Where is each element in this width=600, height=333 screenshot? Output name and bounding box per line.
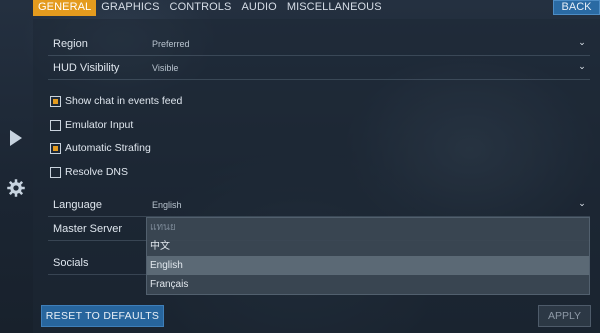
chevron-down-icon[interactable]: ⌄	[577, 38, 587, 48]
reset-to-defaults-button[interactable]: RESET TO DEFAULTS	[41, 305, 164, 327]
checkbox-label: Show chat in events feed	[65, 95, 183, 107]
socials-label: Socials	[53, 257, 89, 269]
language-label: Language	[53, 199, 102, 211]
checkbox-resolve-dns[interactable]: Resolve DNS	[50, 164, 128, 180]
apply-button[interactable]: APPLY	[538, 305, 591, 327]
tab-general[interactable]: GENERAL	[33, 0, 97, 16]
checkbox[interactable]	[50, 166, 61, 178]
region-setting[interactable]: Region Preferred ⌄	[48, 32, 590, 56]
language-option-selected[interactable]: English	[147, 256, 589, 275]
checkbox-show-chat[interactable]: Show chat in events feed	[50, 93, 182, 109]
checkbox-label: Automatic Strafing	[65, 142, 151, 154]
language-dropdown-list[interactable]: แทนย 中文 English Français	[146, 217, 590, 295]
language-value: English	[152, 200, 182, 210]
hud-visibility-value: Visible	[152, 63, 179, 73]
language-option[interactable]: Français	[147, 275, 589, 294]
tab-graphics[interactable]: GRAPHICS	[96, 0, 164, 16]
play-icon[interactable]	[10, 130, 22, 146]
back-button[interactable]: BACK	[553, 0, 600, 15]
region-value: Preferred	[152, 39, 190, 49]
checkbox[interactable]	[50, 142, 61, 154]
region-label: Region	[53, 38, 88, 50]
gear-icon[interactable]	[6, 178, 26, 198]
chevron-down-icon[interactable]: ⌄	[577, 62, 587, 72]
settings-tabs: GENERAL GRAPHICS CONTROLS AUDIO MISCELLA…	[33, 0, 387, 16]
checkbox[interactable]	[50, 119, 61, 131]
language-option[interactable]: 中文	[147, 237, 589, 256]
tab-controls[interactable]: CONTROLS	[165, 0, 237, 16]
checkbox-emulator-input[interactable]: Emulator Input	[50, 117, 133, 133]
tab-audio[interactable]: AUDIO	[236, 0, 281, 16]
language-option[interactable]: แทนย	[147, 218, 589, 237]
tab-miscellaneous[interactable]: MISCELLANEOUS	[282, 0, 387, 16]
hud-visibility-label: HUD Visibility	[53, 62, 120, 74]
checkbox-label: Emulator Input	[65, 119, 134, 131]
master-server-label: Master Server	[53, 223, 123, 235]
language-setting[interactable]: Language English ⌄	[48, 193, 590, 217]
chevron-down-icon[interactable]: ⌄	[577, 199, 587, 209]
checkbox-automatic-strafing[interactable]: Automatic Strafing	[50, 140, 151, 156]
checkbox[interactable]	[50, 95, 61, 107]
hud-visibility-setting[interactable]: HUD Visibility Visible ⌄	[48, 56, 590, 80]
checkbox-label: Resolve DNS	[65, 166, 129, 178]
